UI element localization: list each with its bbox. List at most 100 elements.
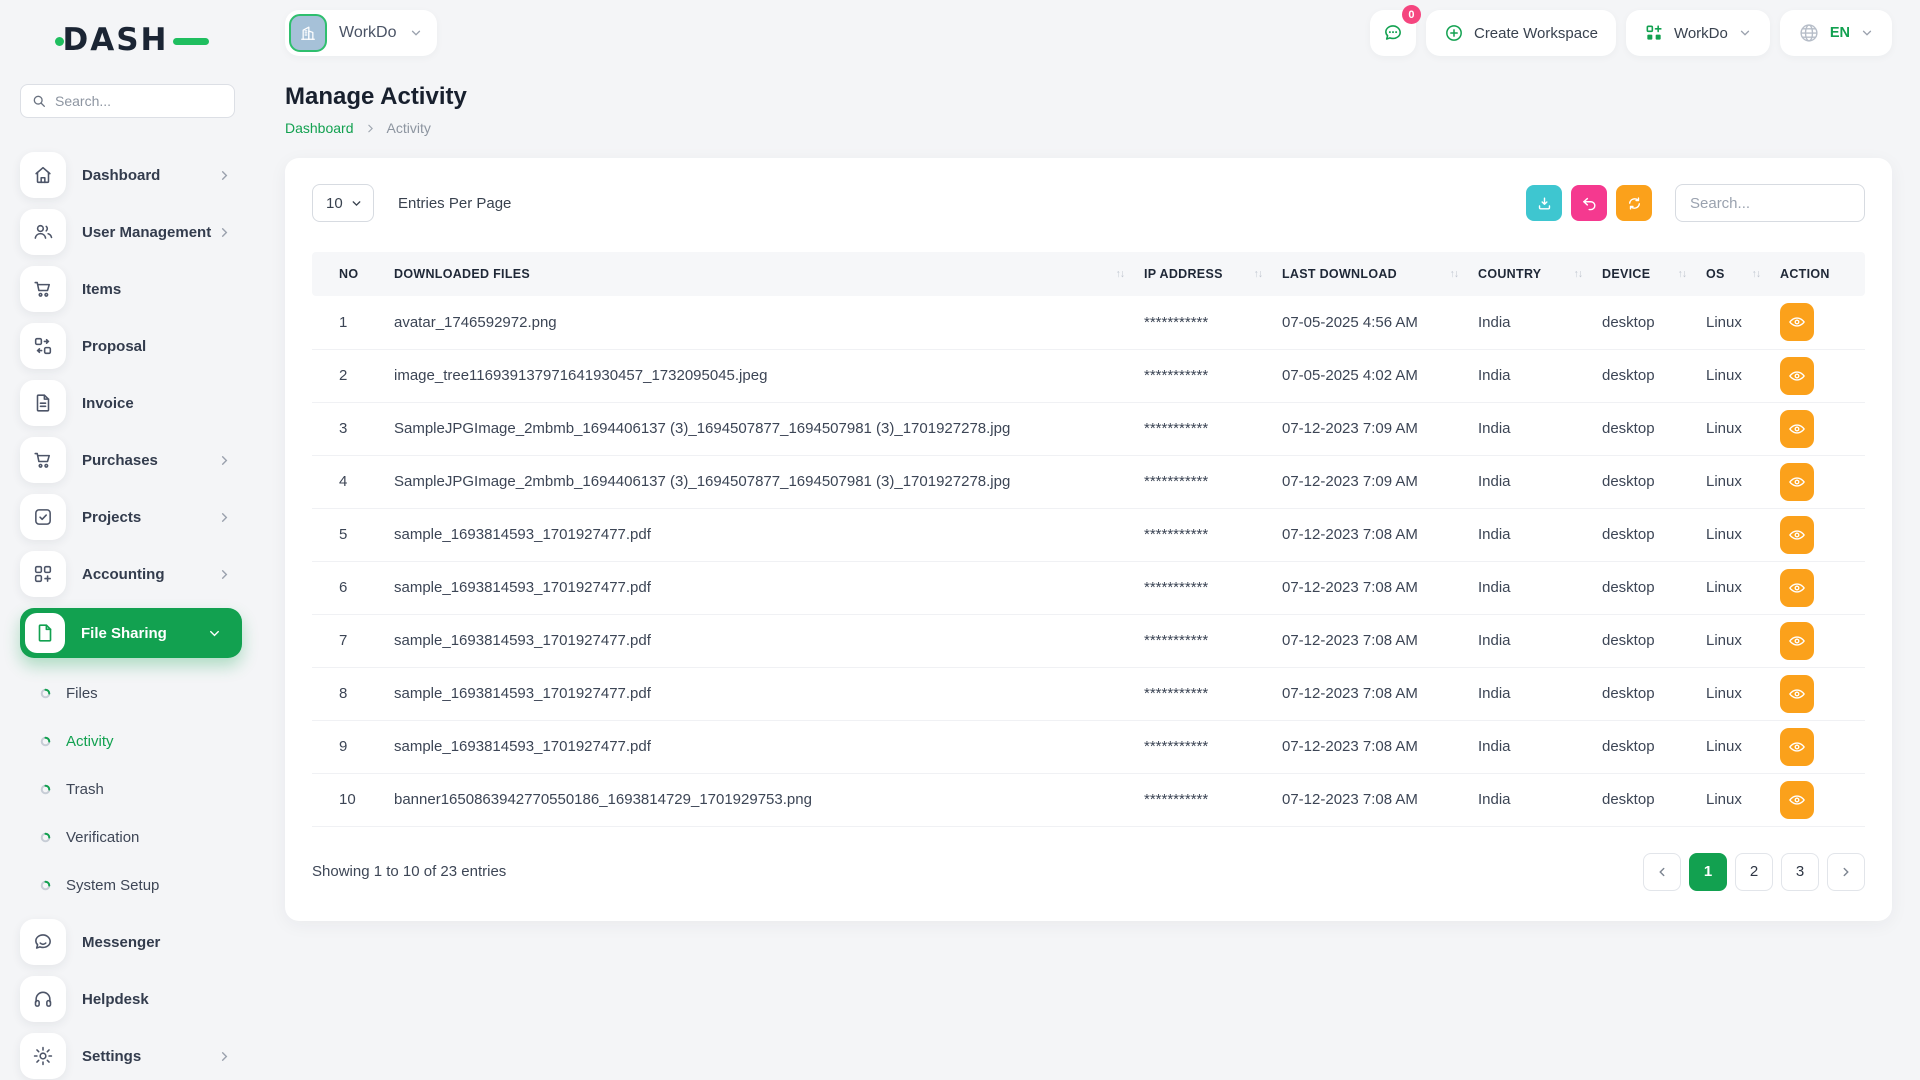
workdo-menu-label: WorkDo xyxy=(1674,25,1728,42)
view-activity-button[interactable] xyxy=(1780,516,1814,554)
create-workspace-button[interactable]: Create Workspace xyxy=(1426,10,1616,56)
column-header-os[interactable]: OS↑↓ xyxy=(1706,252,1780,296)
view-activity-button[interactable] xyxy=(1780,622,1814,660)
column-header-no: NO xyxy=(312,252,394,296)
plus-circle-icon xyxy=(1444,23,1464,43)
column-header-last-download[interactable]: LAST DOWNLOAD↑↓ xyxy=(1282,252,1478,296)
table-toolbar: 10 Entries Per Page xyxy=(312,184,1865,222)
workdo-menu-button[interactable]: WorkDo xyxy=(1626,10,1770,56)
cell-os: Linux xyxy=(1706,296,1780,349)
chevron-right-icon xyxy=(217,225,232,240)
sidebar-item-label: Dashboard xyxy=(82,167,160,184)
cell-os: Linux xyxy=(1706,720,1780,773)
export-download-button[interactable] xyxy=(1526,185,1562,221)
app: DASH Dashboard User Management Items xyxy=(0,0,1920,1080)
cell-action xyxy=(1780,561,1865,614)
submenu-item-label: System Setup xyxy=(66,877,159,894)
view-activity-button[interactable] xyxy=(1780,675,1814,713)
chevron-right-icon xyxy=(364,122,377,135)
chevron-left-icon xyxy=(1655,865,1669,879)
submenu-item-system-setup[interactable]: System Setup xyxy=(0,861,255,909)
view-activity-button[interactable] xyxy=(1780,781,1814,819)
refresh-icon xyxy=(1626,195,1643,212)
sidebar-search-input[interactable] xyxy=(20,84,235,118)
entries-per-page-select[interactable]: 10 xyxy=(312,184,374,222)
sidebar-item-settings[interactable]: Settings xyxy=(20,1033,238,1079)
cell-action xyxy=(1780,508,1865,561)
chevron-down-icon xyxy=(1860,26,1874,40)
table-search-input[interactable] xyxy=(1675,184,1865,222)
table-row: 10 banner1650863942770550186_1693814729_… xyxy=(312,773,1865,826)
column-header-action: ACTION xyxy=(1780,252,1865,296)
page-button-3[interactable]: 3 xyxy=(1781,853,1819,891)
cell-action xyxy=(1780,349,1865,402)
view-activity-button[interactable] xyxy=(1780,357,1814,395)
cell-country: India xyxy=(1478,720,1602,773)
sidebar-item-label: Items xyxy=(82,281,121,298)
submenu-item-label: Trash xyxy=(66,781,104,798)
sidebar-item-helpdesk[interactable]: Helpdesk xyxy=(20,976,238,1022)
sidebar-item-label: Helpdesk xyxy=(82,991,149,1008)
view-activity-button[interactable] xyxy=(1780,303,1814,341)
messages-button[interactable]: 0 xyxy=(1370,10,1416,56)
sidebar-item-projects[interactable]: Projects xyxy=(20,494,238,540)
cell-file-name: SampleJPGImage_2mbmb_1694406137 (3)_1694… xyxy=(394,402,1144,455)
workspace-name: WorkDo xyxy=(339,24,397,42)
workspace-selector[interactable]: WorkDo xyxy=(285,10,437,56)
sidebar-item-proposal[interactable]: Proposal xyxy=(20,323,238,369)
view-activity-button[interactable] xyxy=(1780,728,1814,766)
table-row: 6 sample_1693814593_1701927477.pdf *****… xyxy=(312,561,1865,614)
cell-last-download: 07-05-2025 4:02 AM xyxy=(1282,349,1478,402)
submenu-item-activity[interactable]: Activity xyxy=(0,717,255,765)
column-header-country[interactable]: COUNTRY↑↓ xyxy=(1478,252,1602,296)
logo-text: DASH xyxy=(63,22,169,58)
cell-ip-address: *********** xyxy=(1144,349,1282,402)
sidebar-item-accounting[interactable]: Accounting xyxy=(20,551,238,597)
undo-button[interactable] xyxy=(1571,185,1607,221)
cell-ip-address: *********** xyxy=(1144,508,1282,561)
submenu-item-trash[interactable]: Trash xyxy=(0,765,255,813)
previous-page-button[interactable] xyxy=(1643,853,1681,891)
column-header-device[interactable]: DEVICE↑↓ xyxy=(1602,252,1706,296)
submenu-item-files[interactable]: Files xyxy=(0,669,255,717)
bullet-icon xyxy=(40,832,51,843)
chevron-right-icon xyxy=(217,510,232,525)
cell-action xyxy=(1780,402,1865,455)
cell-no: 7 xyxy=(312,614,394,667)
sidebar-item-label: Projects xyxy=(82,509,141,526)
next-page-button[interactable] xyxy=(1827,853,1865,891)
column-header-ip-address[interactable]: IP ADDRESS↑↓ xyxy=(1144,252,1282,296)
cell-last-download: 07-12-2023 7:08 AM xyxy=(1282,561,1478,614)
language-selector[interactable]: EN xyxy=(1780,10,1892,56)
sidebar-item-dashboard[interactable]: Dashboard xyxy=(20,152,238,198)
view-activity-button[interactable] xyxy=(1780,410,1814,448)
cell-country: India xyxy=(1478,667,1602,720)
cell-ip-address: *********** xyxy=(1144,720,1282,773)
cell-device: desktop xyxy=(1602,667,1706,720)
sidebar-item-items[interactable]: Items xyxy=(20,266,238,312)
sidebar-item-messenger[interactable]: Messenger xyxy=(20,919,238,965)
sidebar-search xyxy=(20,84,235,118)
sidebar-item-purchases[interactable]: Purchases xyxy=(20,437,238,483)
cell-file-name: sample_1693814593_1701927477.pdf xyxy=(394,561,1144,614)
sidebar-item-invoice[interactable]: Invoice xyxy=(20,380,238,426)
create-workspace-label: Create Workspace xyxy=(1474,25,1598,42)
cell-no: 4 xyxy=(312,455,394,508)
submenu-item-verification[interactable]: Verification xyxy=(0,813,255,861)
chat-dots-icon xyxy=(1382,22,1404,44)
view-activity-button[interactable] xyxy=(1780,463,1814,501)
table-row: 7 sample_1693814593_1701927477.pdf *****… xyxy=(312,614,1865,667)
submenu-item-label: Verification xyxy=(66,829,139,846)
column-header-downloaded-files[interactable]: DOWNLOADED FILES↑↓ xyxy=(394,252,1144,296)
sidebar-item-file-sharing[interactable]: File Sharing xyxy=(20,608,242,658)
refresh-button[interactable] xyxy=(1616,185,1652,221)
cell-no: 8 xyxy=(312,667,394,720)
page-button-2[interactable]: 2 xyxy=(1735,853,1773,891)
entries-summary: Showing 1 to 10 of 23 entries xyxy=(312,863,506,880)
page-button-1[interactable]: 1 xyxy=(1689,853,1727,891)
breadcrumb-dashboard-link[interactable]: Dashboard xyxy=(285,120,354,136)
header-actions: 0 Create Workspace WorkDo EN xyxy=(1370,10,1892,56)
cell-last-download: 07-12-2023 7:08 AM xyxy=(1282,720,1478,773)
view-activity-button[interactable] xyxy=(1780,569,1814,607)
sidebar-item-user-management[interactable]: User Management xyxy=(20,209,238,255)
